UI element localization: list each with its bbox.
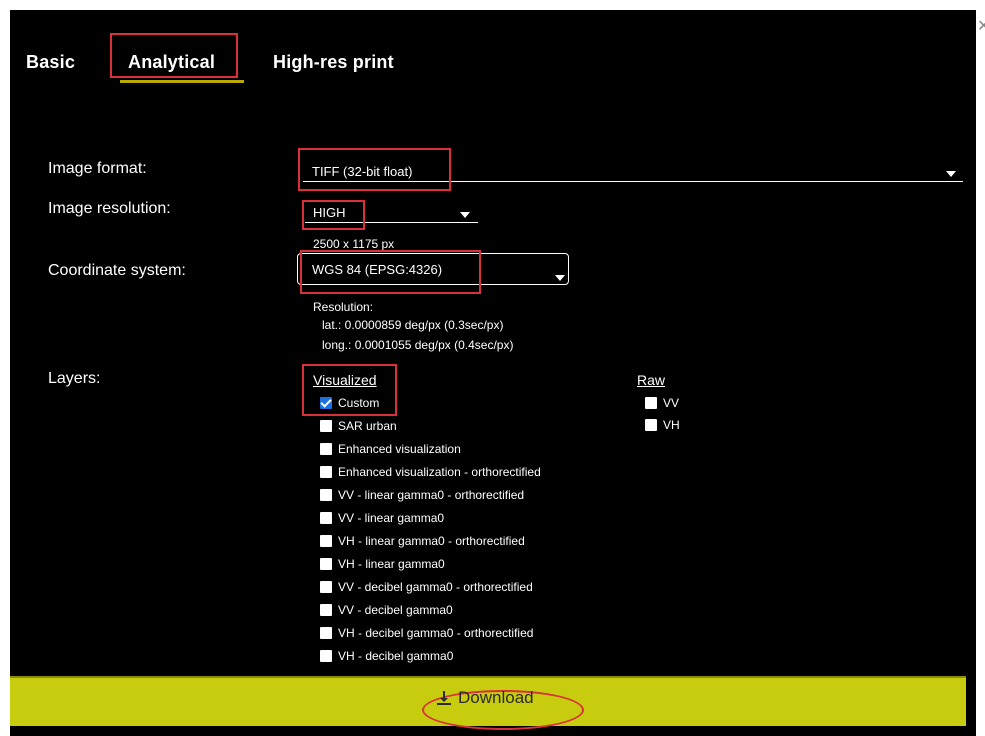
- visualized-layer-checkbox[interactable]: [320, 558, 332, 570]
- image-resolution-label: Image resolution:: [48, 200, 171, 217]
- visualized-layer-item[interactable]: VH - decibel gamma0 - orthorectified: [320, 623, 533, 643]
- visualized-layer-checkbox[interactable]: [320, 443, 332, 455]
- chevron-down-icon[interactable]: [460, 212, 470, 218]
- visualized-layer-item[interactable]: VV - decibel gamma0 - orthorectified: [320, 577, 533, 597]
- raw-header: Raw: [637, 372, 666, 388]
- visualized-layer-checkbox[interactable]: [320, 420, 332, 432]
- raw-layer-label: VV: [663, 396, 680, 410]
- raw-layer-label: VH: [663, 418, 680, 432]
- visualized-layer-checkbox[interactable]: [320, 512, 332, 524]
- download-icon: [437, 691, 451, 705]
- visualized-layer-label: VH - decibel gamma0 - orthorectified: [338, 626, 534, 640]
- visualized-layer-item[interactable]: Enhanced visualization: [320, 439, 461, 459]
- visualized-layer-item[interactable]: VV - decibel gamma0: [320, 600, 453, 620]
- visualized-layer-label: VV - linear gamma0 - orthorectified: [338, 488, 525, 502]
- close-icon[interactable]: ✕: [977, 18, 985, 34]
- chevron-down-icon[interactable]: [555, 275, 565, 281]
- visualized-layer-label: VH - decibel gamma0: [338, 649, 454, 663]
- download-button[interactable]: Download: [436, 688, 534, 708]
- visualized-layer-checkbox[interactable]: [320, 466, 332, 478]
- raw-layer-checkbox[interactable]: [645, 419, 657, 431]
- section-title: Image download: [10, 108, 152, 128]
- visualized-layer-label: Enhanced visualization - orthorectified: [338, 465, 541, 479]
- visualized-layer-label: VV - decibel gamma0 - orthorectified: [338, 580, 533, 594]
- visualized-layer-item[interactable]: Custom: [320, 393, 379, 413]
- visualized-layer-label: VV - decibel gamma0: [338, 603, 453, 617]
- coordinate-system-label: Coordinate system:: [48, 262, 186, 279]
- visualized-layer-checkbox[interactable]: [320, 581, 332, 593]
- chevron-down-icon[interactable]: [946, 171, 956, 177]
- visualized-layer-label: VH - linear gamma0 - orthorectified: [338, 534, 525, 548]
- visualized-layer-item[interactable]: Enhanced visualization - orthorectified: [320, 462, 541, 482]
- image-format-label: Image format:: [48, 160, 147, 177]
- visualized-layer-item[interactable]: VV - linear gamma0 - orthorectified: [320, 485, 524, 505]
- raw-layer-item[interactable]: VH: [645, 415, 680, 435]
- visualized-layer-item[interactable]: VV - linear gamma0: [320, 508, 444, 528]
- layers-label: Layers:: [48, 370, 101, 387]
- visualized-layer-item[interactable]: VH - linear gamma0 - orthorectified: [320, 531, 525, 551]
- visualized-layer-checkbox[interactable]: [320, 489, 332, 501]
- active-tab-indicator: [120, 80, 244, 83]
- resolution-long: long.: 0.0001055 deg/px (0.4sec/px): [322, 338, 514, 352]
- visualized-layer-item[interactable]: VH - linear gamma0: [320, 554, 445, 574]
- coordinate-system-highlight: [300, 250, 481, 294]
- visualized-layer-label: SAR urban: [338, 419, 397, 433]
- resolution-lat: lat.: 0.0000859 deg/px (0.3sec/px): [322, 318, 504, 332]
- visualized-layer-item[interactable]: VH - decibel gamma0: [320, 646, 453, 666]
- image-format-highlight: [298, 148, 451, 191]
- resolution-title: Resolution:: [313, 300, 374, 314]
- image-resolution-highlight: [302, 200, 365, 230]
- visualized-layer-checkbox[interactable]: [320, 397, 332, 409]
- download-label: Download: [458, 688, 534, 707]
- visualized-layer-checkbox[interactable]: [320, 604, 332, 616]
- raw-layer-item[interactable]: VV: [645, 393, 679, 413]
- visualized-layer-label: VV - linear gamma0: [338, 511, 445, 525]
- visualized-layer-item[interactable]: SAR urban: [320, 416, 397, 436]
- visualized-layer-checkbox[interactable]: [320, 627, 332, 639]
- visualized-layer-checkbox[interactable]: [320, 650, 332, 662]
- tab-basic[interactable]: Basic: [26, 52, 75, 73]
- visualized-layer-checkbox[interactable]: [320, 535, 332, 547]
- visualized-layer-label: Custom: [338, 396, 380, 410]
- visualized-layer-label: Enhanced visualization: [338, 442, 461, 456]
- visualized-layer-label: VH - linear gamma0: [338, 557, 445, 571]
- raw-layer-checkbox[interactable]: [645, 397, 657, 409]
- tab-high-res-print[interactable]: High-res print: [273, 52, 394, 73]
- tab-analytical[interactable]: Analytical: [128, 52, 215, 73]
